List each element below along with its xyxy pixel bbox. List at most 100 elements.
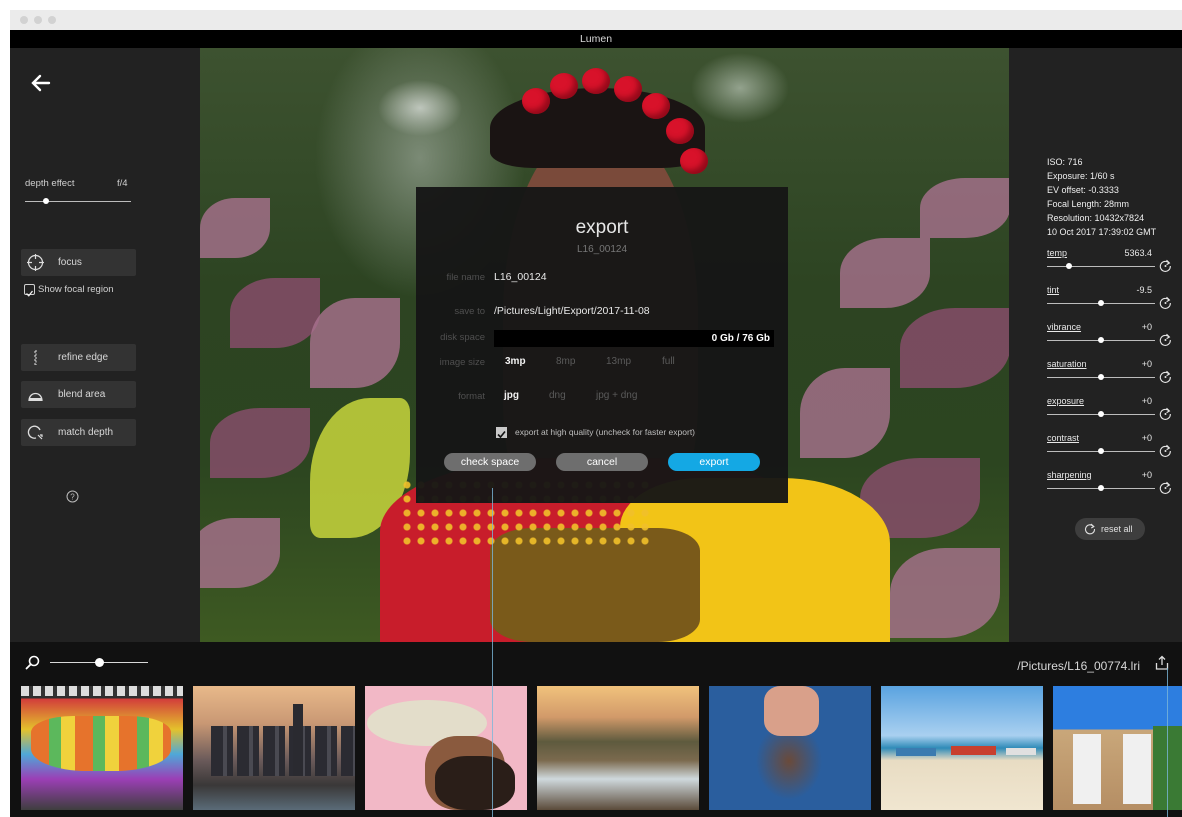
match-depth-label: match depth bbox=[58, 427, 114, 438]
background-leaf bbox=[840, 238, 930, 308]
contrast-slider-knob[interactable] bbox=[1098, 448, 1104, 454]
disk-space-bar: 0 Gb / 76 Gb bbox=[494, 330, 774, 347]
background-leaf bbox=[310, 298, 400, 388]
save-to-label: save to bbox=[454, 306, 485, 317]
back-arrow-icon[interactable] bbox=[30, 72, 52, 94]
check-space-button[interactable]: check space bbox=[444, 453, 536, 471]
saturation-reset-icon[interactable] bbox=[1159, 370, 1172, 383]
thumb-beard bbox=[435, 756, 515, 810]
disk-space-value: 0 Gb / 76 Gb bbox=[711, 333, 770, 344]
blend-area-icon bbox=[28, 392, 43, 402]
tint-reset-icon[interactable] bbox=[1159, 296, 1172, 309]
thumb-skyline-tower bbox=[293, 704, 303, 776]
focal-length-readout: Focal Length: 28mm bbox=[1047, 199, 1130, 209]
thumb-boat bbox=[896, 748, 936, 756]
search-icon[interactable] bbox=[25, 655, 40, 670]
sharpening-reset-icon[interactable] bbox=[1159, 481, 1172, 494]
temp-reset-icon[interactable] bbox=[1159, 259, 1172, 272]
show-focal-region-checkbox[interactable] bbox=[24, 284, 35, 297]
vibrance-slider-knob[interactable] bbox=[1098, 337, 1104, 343]
saturation-slider-knob[interactable] bbox=[1098, 374, 1104, 380]
sharpening-label: sharpening bbox=[1047, 470, 1092, 480]
window-title: Lumen bbox=[10, 30, 1182, 48]
background-leaf bbox=[210, 408, 310, 478]
flower-crown bbox=[642, 93, 670, 119]
close-window-icon[interactable] bbox=[20, 16, 28, 24]
image-size-option-3mp[interactable]: 3mp bbox=[505, 356, 526, 367]
file-name-field[interactable]: L16_00124 bbox=[494, 271, 547, 283]
resolution-readout: Resolution: 10432x7824 bbox=[1047, 213, 1145, 223]
save-to-field[interactable]: /Pictures/Light/Export/2017-11-08 bbox=[494, 305, 650, 317]
temp-slider[interactable] bbox=[1047, 266, 1155, 267]
export-dialog: export L16_00124 file name L16_00124 sav… bbox=[416, 187, 788, 503]
thumb-graffiti-art bbox=[31, 716, 171, 771]
format-label: format bbox=[458, 391, 485, 402]
guide-line bbox=[492, 488, 493, 817]
depth-effect-slider-knob[interactable] bbox=[43, 198, 50, 204]
zoom-slider-knob[interactable] bbox=[94, 658, 104, 667]
temp-slider-knob[interactable] bbox=[1065, 263, 1072, 269]
refine-edge-icon bbox=[34, 350, 37, 365]
background-leaf bbox=[230, 278, 320, 348]
blend-area-label: blend area bbox=[58, 389, 106, 400]
image-size-label: image size bbox=[439, 357, 485, 368]
exposure-reset-icon[interactable] bbox=[1159, 407, 1172, 420]
export-button[interactable]: export bbox=[668, 453, 760, 471]
background-leaf bbox=[800, 368, 890, 458]
flower-crown bbox=[666, 118, 694, 144]
iso-readout: ISO: 716 bbox=[1047, 157, 1083, 167]
file-path: /Pictures/L16_00774.lri bbox=[1017, 659, 1140, 673]
file-name-label: file name bbox=[446, 272, 485, 283]
focus-button[interactable]: focus bbox=[21, 249, 136, 276]
app-window: depth effect f/4 focus Show focal region… bbox=[10, 48, 1182, 817]
format-option-jpg-dng[interactable]: jpg + dng bbox=[596, 390, 637, 401]
flower-crown bbox=[522, 88, 550, 114]
vibrance-label: vibrance bbox=[1047, 322, 1082, 332]
dialog-subtitle: L16_00124 bbox=[576, 244, 628, 255]
reset-all-button[interactable]: reset all bbox=[1075, 518, 1145, 540]
thumbnail-pool-woman[interactable] bbox=[709, 686, 871, 810]
guide-line bbox=[1167, 668, 1168, 817]
thumbnail-beach-rocks[interactable] bbox=[537, 686, 699, 810]
flower-crown bbox=[582, 68, 610, 94]
minimize-window-icon[interactable] bbox=[34, 16, 42, 24]
image-size-option-8mp[interactable]: 8mp bbox=[556, 356, 575, 367]
flower-crown bbox=[614, 76, 642, 102]
tint-label: tint bbox=[1047, 285, 1060, 295]
contrast-value: +0 bbox=[1141, 433, 1152, 443]
sharpening-value: +0 bbox=[1141, 470, 1152, 480]
thumbnail-graffiti[interactable] bbox=[21, 686, 183, 810]
maximize-window-icon[interactable] bbox=[48, 16, 56, 24]
match-depth-button[interactable]: match depth bbox=[21, 419, 136, 446]
image-size-option-13mp[interactable]: 13mp bbox=[606, 356, 631, 367]
help-icon[interactable]: ? bbox=[66, 490, 79, 503]
tint-slider-knob[interactable] bbox=[1098, 300, 1104, 306]
exposure-readout: Exposure: 1/60 s bbox=[1047, 171, 1115, 181]
date-readout: 10 Oct 2017 17:39:02 GMT bbox=[1047, 227, 1157, 237]
exposure-label: exposure bbox=[1047, 396, 1085, 406]
format-option-dng[interactable]: dng bbox=[549, 390, 566, 401]
thumbnail-portrait-man[interactable] bbox=[365, 686, 527, 810]
depth-effect-label: depth effect bbox=[25, 178, 75, 189]
thumbnail-beach-boats[interactable] bbox=[881, 686, 1043, 810]
thumbnail-poolside[interactable] bbox=[1053, 686, 1182, 810]
exposure-value: +0 bbox=[1141, 396, 1152, 406]
contrast-reset-icon[interactable] bbox=[1159, 444, 1172, 457]
refine-edge-button[interactable]: refine edge bbox=[21, 344, 136, 371]
cancel-button[interactable]: cancel bbox=[556, 453, 648, 471]
background-leaf bbox=[200, 198, 270, 258]
image-size-option-full[interactable]: full bbox=[662, 356, 675, 367]
background-leaf bbox=[890, 548, 1000, 638]
thumbnail-skyline[interactable] bbox=[193, 686, 355, 810]
blend-area-button[interactable]: blend area bbox=[21, 381, 136, 408]
filmstrip bbox=[10, 686, 1182, 817]
ev-offset-readout: EV offset: -0.3333 bbox=[1047, 185, 1119, 195]
disk-space-label: disk space bbox=[440, 332, 485, 343]
exposure-slider-knob[interactable] bbox=[1098, 411, 1104, 417]
vibrance-reset-icon[interactable] bbox=[1159, 333, 1172, 346]
format-option-jpg[interactable]: jpg bbox=[504, 390, 519, 401]
vibrance-value: +0 bbox=[1141, 322, 1152, 332]
depth-effect-slider[interactable] bbox=[25, 201, 131, 202]
sharpening-slider-knob[interactable] bbox=[1098, 485, 1104, 491]
high-quality-checkbox[interactable] bbox=[496, 427, 507, 439]
